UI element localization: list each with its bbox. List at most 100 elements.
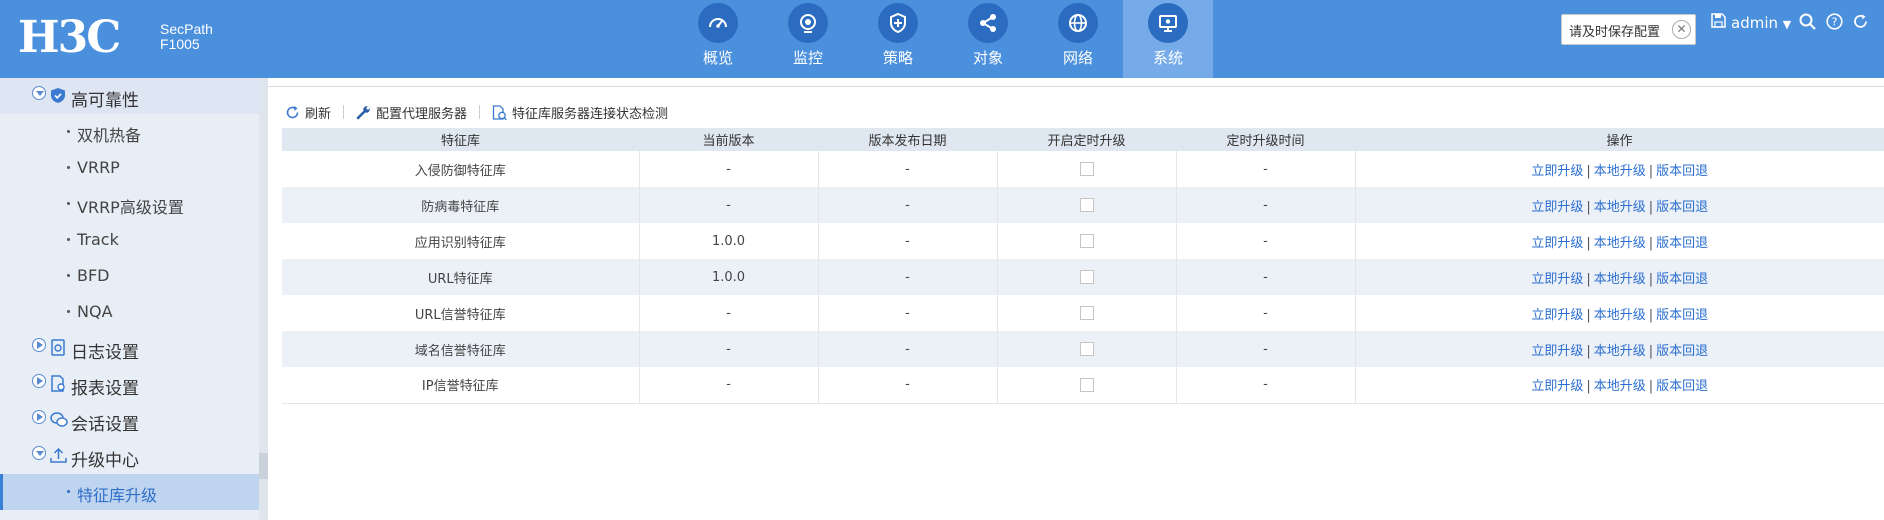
collapse-handle[interactable]: [259, 453, 268, 479]
expand-toggle-icon[interactable]: [32, 338, 46, 352]
sidebar-item-label: 双机热备: [77, 126, 142, 145]
upgrade-now-link[interactable]: 立即升级: [1531, 272, 1583, 287]
operations-cell: 立即升级 | 本地升级 | 版本回退: [1355, 295, 1884, 331]
upgrade-now-link[interactable]: 立即升级: [1531, 164, 1583, 179]
toolbar-divider: [479, 105, 481, 119]
nav-system[interactable]: 系统: [1123, 0, 1213, 78]
column-header[interactable]: 特征库: [282, 128, 639, 151]
column-header[interactable]: 定时升级时间: [1176, 128, 1355, 151]
scheduled-upgrade-checkbox[interactable]: [1079, 162, 1094, 176]
separator: |: [1586, 271, 1591, 287]
rollback-link[interactable]: 版本回退: [1656, 236, 1708, 251]
rollback-link[interactable]: 版本回退: [1656, 344, 1708, 359]
upgrade-now-link[interactable]: 立即升级: [1531, 308, 1583, 323]
nav-label: 监控: [792, 49, 823, 67]
connection-check-button[interactable]: 特征库服务器连接状态检测: [492, 103, 668, 122]
sidebar-item-bfd[interactable]: BFD: [0, 258, 259, 294]
column-header[interactable]: 版本发布日期: [818, 128, 997, 151]
refresh-button[interactable]: 刷新: [285, 103, 331, 122]
column-header[interactable]: 当前版本: [639, 128, 818, 151]
sidebar-item-label: 日志设置: [71, 343, 139, 363]
save-icon[interactable]: [1711, 13, 1726, 32]
sidebar-item-report-settings[interactable]: 报表设置: [0, 366, 259, 402]
refresh-icon[interactable]: [1852, 13, 1869, 34]
search-icon[interactable]: [1799, 13, 1816, 34]
upgrade-now-link[interactable]: 立即升级: [1531, 379, 1583, 394]
release-date: -: [818, 367, 998, 404]
h3c-logo: H3C: [18, 12, 121, 63]
username: admin: [1731, 14, 1778, 32]
nav-policy[interactable]: 策略: [853, 0, 943, 78]
current-version: 1.0.0: [639, 259, 819, 295]
sidebar-item-upgrade-center[interactable]: 升级中心: [0, 438, 259, 474]
scheduled-upgrade-checkbox[interactable]: [1079, 377, 1094, 392]
upgrade-now-link[interactable]: 立即升级: [1531, 200, 1583, 215]
expand-toggle-icon[interactable]: [32, 446, 46, 460]
scheduled-time: -: [1176, 187, 1356, 223]
local-upgrade-link[interactable]: 本地升级: [1594, 272, 1646, 287]
sidebar-item-signature-upgrade[interactable]: 特征库升级: [0, 474, 259, 510]
table-row: URL信誉特征库 - - - 立即升级 | 本地升级 | 版本回退: [282, 295, 1884, 331]
sidebar-item-track[interactable]: Track: [0, 222, 259, 258]
rollback-link[interactable]: 版本回退: [1656, 379, 1708, 394]
sidebar-item-log-settings[interactable]: 日志设置: [0, 330, 259, 366]
scheduled-upgrade-checkbox[interactable]: [1079, 234, 1094, 248]
nav-overview[interactable]: 概览: [673, 0, 763, 78]
scheduled-upgrade-checkbox[interactable]: [1079, 342, 1094, 356]
rollback-link[interactable]: 版本回退: [1656, 164, 1708, 179]
local-upgrade-link[interactable]: 本地升级: [1594, 164, 1646, 179]
scheduled-upgrade-checkbox[interactable]: [1079, 306, 1094, 320]
sidebar-item-high-availability[interactable]: 高可靠性: [0, 78, 259, 114]
sidebar-item-label: VRRP: [77, 158, 120, 177]
column-header[interactable]: 开启定时升级: [997, 128, 1176, 151]
scheduled-cell: [997, 187, 1177, 223]
sidebar-item-label: Track: [77, 230, 119, 249]
monitor-icon: [788, 3, 828, 43]
upgrade-now-link[interactable]: 立即升级: [1531, 344, 1583, 359]
local-upgrade-link[interactable]: 本地升级: [1594, 379, 1646, 394]
local-upgrade-link[interactable]: 本地升级: [1594, 200, 1646, 215]
separator: |: [1586, 343, 1591, 359]
operations-cell: 立即升级 | 本地升级 | 版本回退: [1355, 259, 1884, 295]
notice-text: 请及时保存配置: [1569, 25, 1661, 40]
expand-toggle-icon[interactable]: [32, 374, 46, 388]
table-row: 防病毒特征库 - - - 立即升级 | 本地升级 | 版本回退: [282, 187, 1884, 223]
separator: |: [1648, 163, 1654, 179]
proxy-server-button[interactable]: 配置代理服务器: [356, 103, 467, 122]
operations-cell: 立即升级 | 本地升级 | 版本回退: [1355, 223, 1884, 259]
dashboard-icon: [698, 3, 738, 43]
local-upgrade-link[interactable]: 本地升级: [1594, 308, 1646, 323]
rollback-link[interactable]: 版本回退: [1656, 200, 1708, 215]
sidebar-item-label: VRRP高级设置: [77, 198, 184, 217]
nav-object[interactable]: 对象: [943, 0, 1033, 78]
top-bar: H3C SecPath F1005 概览 监控 策略 对象 网络 系统 请及时保…: [0, 0, 1884, 78]
current-version: -: [639, 151, 819, 187]
scheduled-cell: [997, 223, 1177, 259]
rollback-link[interactable]: 版本回退: [1656, 308, 1708, 323]
scheduled-time: -: [1176, 367, 1356, 404]
nav-monitor[interactable]: 监控: [763, 0, 853, 78]
separator: |: [1648, 235, 1654, 251]
user-menu[interactable]: admin ▼: [1731, 14, 1791, 32]
sidebar-item-hot-standby[interactable]: 双机热备: [0, 114, 259, 150]
rollback-link[interactable]: 版本回退: [1656, 272, 1708, 287]
table-row: URL特征库 1.0.0 - - 立即升级 | 本地升级 | 版本回退: [282, 259, 1884, 295]
sidebar-item-vrrp[interactable]: VRRP: [0, 150, 259, 186]
bullet-icon: [67, 130, 70, 133]
product-line: SecPath: [160, 21, 213, 37]
local-upgrade-link[interactable]: 本地升级: [1594, 236, 1646, 251]
upgrade-now-link[interactable]: 立即升级: [1531, 236, 1583, 251]
scheduled-upgrade-checkbox[interactable]: [1079, 270, 1094, 284]
nav-network[interactable]: 网络: [1033, 0, 1123, 78]
help-icon[interactable]: ?: [1826, 13, 1843, 34]
sidebar-item-session-settings[interactable]: 会话设置: [0, 402, 259, 438]
close-icon[interactable]: ✕: [1672, 20, 1691, 39]
sidebar-item-vrrp-advanced[interactable]: VRRP高级设置: [0, 186, 259, 222]
expand-toggle-icon[interactable]: [32, 410, 46, 424]
scheduled-time: -: [1176, 151, 1356, 187]
scheduled-upgrade-checkbox[interactable]: [1079, 198, 1094, 212]
table-header: 特征库 当前版本 版本发布日期 开启定时升级 定时升级时间 操作: [282, 128, 1884, 151]
sidebar-item-nqa[interactable]: NQA: [0, 294, 259, 330]
local-upgrade-link[interactable]: 本地升级: [1594, 344, 1646, 359]
expand-toggle-icon[interactable]: [32, 86, 46, 100]
